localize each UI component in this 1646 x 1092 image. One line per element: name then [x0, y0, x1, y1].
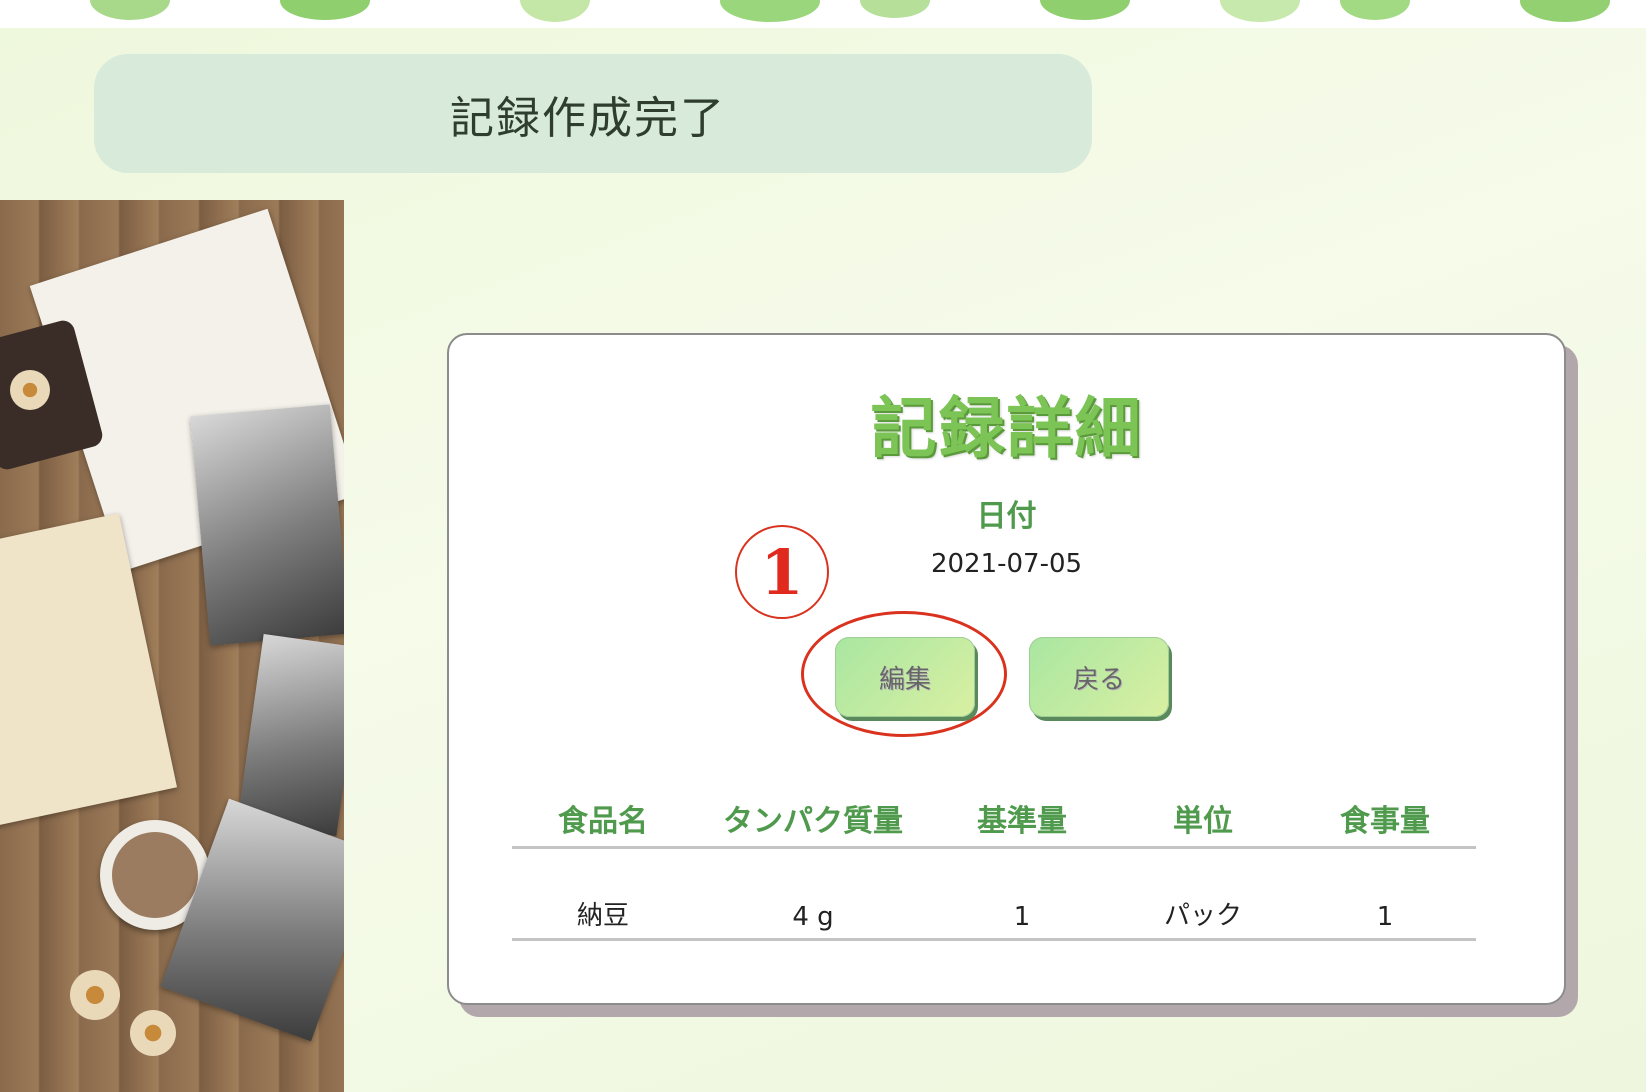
leaf-banner — [0, 0, 1646, 28]
notice-text: 記録作成完了 — [450, 92, 726, 144]
column-header-unit: 単位 — [1173, 804, 1233, 839]
record-detail-card: 記録詳細 日付 2021-07-05 1 編集 戻る 食品名 タンパク質量 基準… — [447, 333, 1566, 1005]
flower-image — [130, 1010, 176, 1056]
back-button[interactable]: 戻る — [1029, 637, 1169, 717]
table-header: 食品名 タンパク質量 基準量 単位 食事量 — [512, 790, 1476, 849]
table-row: 納豆 4 g 1 パック 1 — [512, 849, 1476, 941]
food-table: 食品名 タンパク質量 基準量 単位 食事量 納豆 4 g 1 パック 1 — [512, 790, 1476, 941]
date-value: 2021-07-05 — [930, 549, 1083, 579]
column-header-protein: タンパク質量 — [723, 804, 903, 839]
column-header-food-name: 食品名 — [558, 804, 648, 839]
notice-banner: 記録作成完了 — [94, 54, 1092, 173]
cell-base-amount: 1 — [1013, 902, 1031, 932]
leaf-decoration — [280, 0, 370, 20]
date-label: 日付 — [976, 499, 1037, 534]
column-header-meal-amount: 食事量 — [1340, 804, 1430, 839]
leaf-decoration — [1520, 0, 1610, 22]
leaf-decoration — [1220, 0, 1300, 22]
edit-button[interactable]: 編集 — [835, 637, 975, 717]
detail-title: 記録詳細 — [870, 390, 1143, 467]
leaf-decoration — [720, 0, 820, 22]
flower-image — [10, 370, 50, 410]
photo-print — [190, 404, 344, 646]
leaf-decoration — [1040, 0, 1130, 20]
annotation-number: 1 — [735, 525, 829, 619]
cell-unit: パック — [1163, 901, 1242, 931]
decorative-photo — [0, 200, 344, 1092]
cell-protein: 4 g — [792, 902, 834, 932]
cell-meal-amount: 1 — [1376, 902, 1394, 932]
photo-print — [237, 633, 344, 837]
leaf-decoration — [520, 0, 590, 22]
cell-food-name: 納豆 — [576, 901, 629, 931]
leaf-decoration — [90, 0, 170, 20]
leaf-decoration — [1340, 0, 1410, 20]
flower-image — [70, 970, 120, 1020]
column-header-base-amount: 基準量 — [977, 804, 1067, 839]
leaf-decoration — [860, 0, 930, 18]
